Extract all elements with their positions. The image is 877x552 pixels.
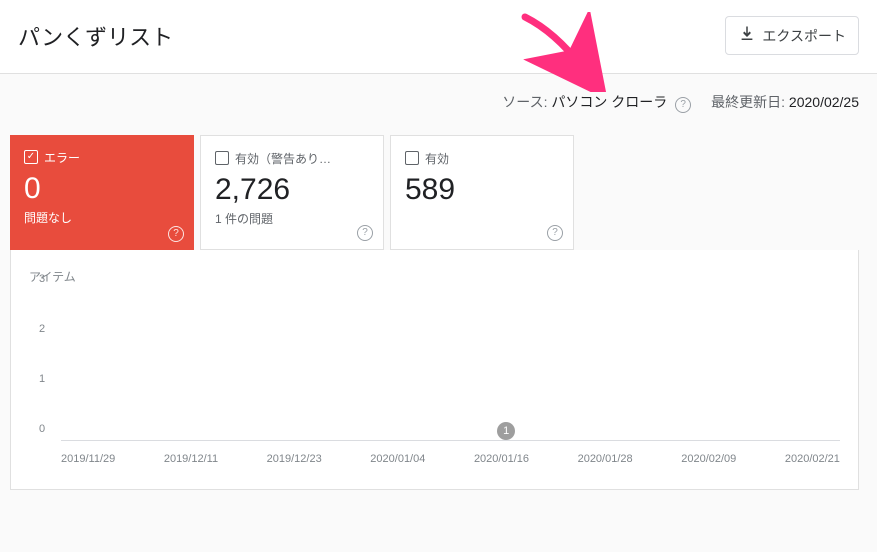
- source-value: パソコン クローラ: [551, 94, 667, 110]
- card-label: エラー: [44, 149, 80, 166]
- checkbox-icon: [24, 150, 38, 164]
- card-sub: 1 件の問題: [215, 210, 369, 227]
- checkbox-icon: [405, 151, 419, 165]
- source-label: ソース:: [502, 94, 547, 110]
- download-icon: [738, 25, 756, 46]
- y-tick: 0: [39, 423, 45, 435]
- card-valid-warning[interactable]: 有効（警告あり… 2,726 1 件の問題 ?: [200, 135, 384, 250]
- plot-area: 1: [61, 291, 840, 441]
- export-button[interactable]: エクスポート: [725, 16, 859, 55]
- chart-title: アイテム: [29, 268, 840, 285]
- y-axis: 0123: [39, 291, 53, 441]
- x-axis: 2019/11/29 2019/12/11 2019/12/23 2020/01/04…: [61, 441, 840, 471]
- updated-value: 2020/02/25: [789, 94, 859, 110]
- x-tick: 2020/02/09: [681, 453, 736, 465]
- help-icon[interactable]: ?: [675, 97, 691, 113]
- x-tick: 2020/01/04: [370, 453, 425, 465]
- help-icon[interactable]: ?: [168, 226, 184, 242]
- x-tick: 2020/01/28: [578, 453, 633, 465]
- checkbox-icon: [215, 151, 229, 165]
- chart: 0123 1 2019/11/292019/12/112019/12/23202…: [39, 291, 840, 471]
- card-value: 0: [24, 172, 180, 205]
- meta-row: ソース: パソコン クローラ ? 最終更新日: 2020/02/25: [0, 74, 877, 125]
- help-icon[interactable]: ?: [357, 225, 373, 241]
- x-tick: 2019/12/11: [164, 453, 218, 465]
- card-label: 有効（警告あり…: [235, 150, 331, 167]
- card-sub: 問題なし: [24, 209, 180, 226]
- updated-label: 最終更新日:: [711, 94, 785, 110]
- source-group: ソース: パソコン クローラ ?: [502, 92, 691, 113]
- card-value: 2,726: [215, 173, 369, 206]
- help-icon[interactable]: ?: [547, 225, 563, 241]
- export-button-label: エクスポート: [762, 26, 846, 46]
- status-cards: エラー 0 問題なし ? 有効（警告あり… 2,726 1 件の問題 ? 有効 …: [10, 135, 859, 250]
- header: パンくずリスト エクスポート: [0, 0, 877, 74]
- x-tick: 2019/12/23: [267, 453, 322, 465]
- main: エラー 0 問題なし ? 有効（警告あり… 2,726 1 件の問題 ? 有効 …: [0, 125, 877, 490]
- card-valid[interactable]: 有効 589 ?: [390, 135, 574, 250]
- card-value: 589: [405, 173, 559, 206]
- card-label: 有効: [425, 150, 449, 167]
- chart-panel: アイテム 0 1 2 3 1 2019/11/29 2019/12/11 2019/12/…: [10, 250, 859, 490]
- page-title: パンくずリスト: [18, 20, 173, 52]
- updated-group: 最終更新日: 2020/02/25: [711, 92, 859, 112]
- chart-annotation-bubble[interactable]: 1: [497, 422, 515, 440]
- x-tick: 2020/02/21: [785, 453, 840, 465]
- x-tick: 2019/11/29: [61, 453, 115, 465]
- y-tick: 3: [39, 273, 45, 285]
- card-error[interactable]: エラー 0 問題なし ?: [10, 135, 194, 250]
- y-tick: 1: [39, 373, 45, 385]
- x-tick: 2020/01/16: [474, 453, 529, 465]
- y-tick: 2: [39, 323, 45, 335]
